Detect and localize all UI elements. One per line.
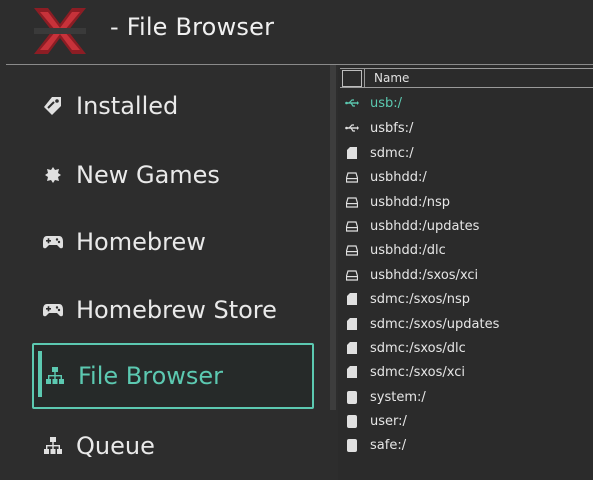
column-header-name[interactable]: Name <box>374 71 409 85</box>
tag-icon <box>40 93 66 119</box>
sidebar-item-label: Homebrew Store <box>76 296 277 324</box>
sd-card-icon <box>344 291 360 307</box>
file-name: usbhdd:/dlc <box>370 242 446 258</box>
file-name: sdmc:/sxos/updates <box>370 316 500 332</box>
file-name: system:/ <box>370 389 426 405</box>
sd-card-icon <box>344 145 360 161</box>
usb-icon <box>344 95 360 111</box>
hard-drive-icon <box>344 194 360 210</box>
file-row[interactable]: user:/ <box>338 409 593 433</box>
selection-indicator <box>38 351 42 397</box>
file-list: Name usb:/ usbfs:/ sdmc:/ usbhdd:/ usbhd… <box>338 66 593 480</box>
hard-drive-icon <box>344 218 360 234</box>
file-row[interactable]: sdmc:/ <box>338 141 593 165</box>
sidebar-item-label: Queue <box>76 432 155 460</box>
column-divider <box>364 69 365 87</box>
app-header: - File Browser <box>0 0 593 64</box>
sitemap-icon <box>42 363 68 389</box>
file-row[interactable]: sdmc:/sxos/updates <box>338 312 593 336</box>
sidebar-item-label: Homebrew <box>76 228 206 256</box>
sitemap-icon <box>40 433 66 459</box>
file-row[interactable]: system:/ <box>338 385 593 409</box>
hard-drive-icon <box>344 169 360 185</box>
hard-drive-icon <box>344 267 360 283</box>
file-name: safe:/ <box>370 437 407 453</box>
sidebar-item-queue[interactable]: Queue <box>32 415 314 477</box>
sidebar-item-installed[interactable]: Installed <box>32 75 314 137</box>
file-row[interactable]: usbhdd:/updates <box>338 214 593 238</box>
gamepad-icon <box>40 297 66 323</box>
sidebar-item-homebrew-store[interactable]: Homebrew Store <box>32 279 314 341</box>
list-header: Name <box>340 68 593 88</box>
file-name: usbhdd:/updates <box>370 218 480 234</box>
file-name: usbhdd:/ <box>370 169 427 185</box>
sidebar-item-homebrew[interactable]: Homebrew <box>32 211 314 273</box>
page-title: - File Browser <box>110 13 275 41</box>
sidebar: Installed New Games Homebrew Homebrew St… <box>0 65 336 480</box>
sidebar-item-label: New Games <box>76 161 220 189</box>
sd-card-icon <box>344 316 360 332</box>
storage-icon <box>344 437 360 453</box>
sidebar-item-new-games[interactable]: New Games <box>32 144 314 206</box>
storage-icon <box>344 389 360 405</box>
gamepad-icon <box>40 229 66 255</box>
sidebar-item-label: Installed <box>76 92 179 120</box>
badge-icon <box>40 162 66 188</box>
file-row[interactable]: sdmc:/sxos/xci <box>338 360 593 384</box>
file-row[interactable]: usbhdd:/dlc <box>338 238 593 262</box>
sx-logo-icon <box>34 8 86 54</box>
sidebar-scrollbar[interactable] <box>330 65 336 410</box>
file-name: user:/ <box>370 413 407 429</box>
file-row[interactable]: usbhdd:/sxos/xci <box>338 263 593 287</box>
file-row[interactable]: usbhdd:/ <box>338 165 593 189</box>
file-name: sdmc:/sxos/nsp <box>370 291 471 307</box>
file-row[interactable]: safe:/ <box>338 433 593 457</box>
sd-card-icon <box>344 340 360 356</box>
storage-icon <box>344 413 360 429</box>
sidebar-item-file-browser[interactable]: File Browser <box>32 343 314 409</box>
file-row[interactable]: usbhdd:/nsp <box>338 190 593 214</box>
file-row[interactable]: sdmc:/sxos/nsp <box>338 287 593 311</box>
usb-icon <box>344 120 360 136</box>
hard-drive-icon <box>344 242 360 258</box>
file-row[interactable]: usb:/ <box>338 91 593 115</box>
file-name: sdmc:/sxos/xci <box>370 364 465 380</box>
file-name: usbhdd:/sxos/xci <box>370 267 479 283</box>
file-name: usb:/ <box>370 95 403 111</box>
sidebar-item-label: File Browser <box>78 362 224 390</box>
file-row[interactable]: usbfs:/ <box>338 116 593 140</box>
file-name: usbfs:/ <box>370 120 414 136</box>
sd-card-icon <box>344 364 360 380</box>
file-name: sdmc:/sxos/dlc <box>370 340 466 356</box>
select-all-checkbox[interactable] <box>342 70 362 87</box>
file-row[interactable]: sdmc:/sxos/dlc <box>338 336 593 360</box>
file-name: sdmc:/ <box>370 145 414 161</box>
file-name: usbhdd:/nsp <box>370 194 451 210</box>
